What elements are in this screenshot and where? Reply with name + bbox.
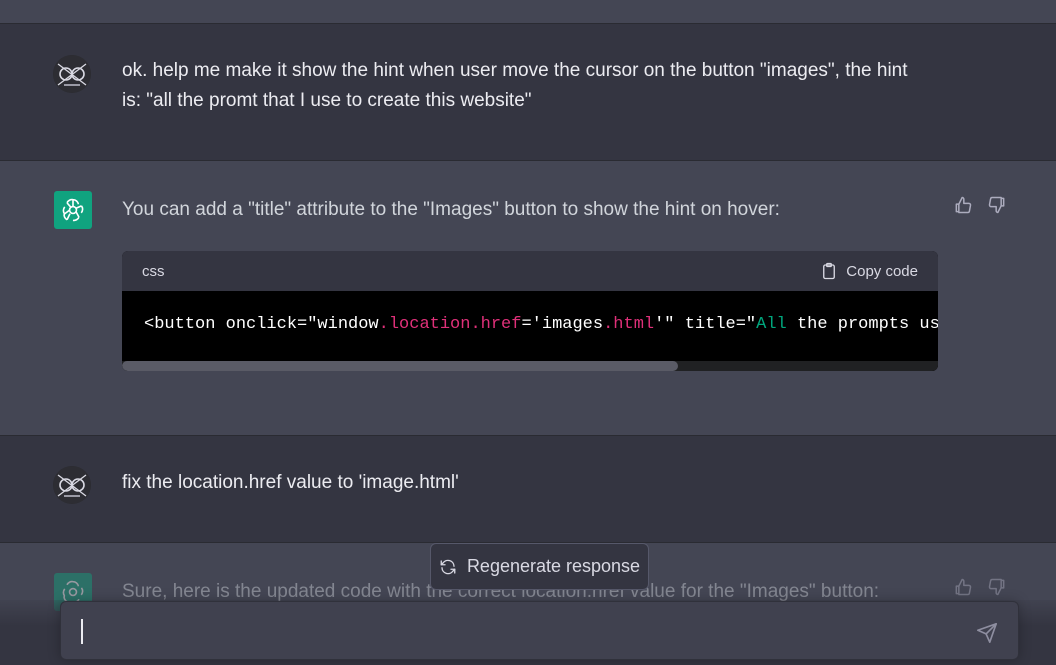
message-user-2: fix the location.href value to 'image.ht… [0, 436, 1056, 543]
code-scrollbar[interactable] [122, 361, 938, 371]
user-avatar-icon [53, 466, 91, 504]
regenerate-label: Regenerate response [466, 556, 641, 576]
clipboard-icon [823, 262, 836, 280]
chat-input[interactable] [60, 601, 1019, 660]
code-token: the prompts used to create this website"… [796, 315, 938, 334]
thumbs-up-icon[interactable] [953, 577, 973, 597]
message-text: You can add a "title" attribute to the "… [122, 199, 780, 220]
send-button[interactable] [976, 622, 998, 644]
code-token: '" title=" [654, 315, 757, 334]
thumbs-up-icon[interactable] [953, 195, 973, 215]
message-assistant-1: You can add a "title" attribute to the "… [0, 161, 1056, 436]
copy-code-button[interactable]: Copy code [820, 262, 918, 280]
code-token: All [756, 315, 787, 334]
openai-logo-icon [54, 191, 92, 229]
feedback-buttons [953, 195, 1007, 215]
code-language-label: css [142, 262, 165, 280]
refresh-icon [440, 559, 456, 574]
code-token: .html [603, 315, 655, 334]
copy-code-label: Copy code [846, 262, 918, 280]
message-text: ok. help me make it show the hint when u… [122, 60, 908, 111]
code-token: <button onclick="window [144, 315, 379, 334]
previous-message-edge [0, 0, 1056, 24]
text-caret [81, 619, 83, 644]
send-icon [977, 623, 997, 643]
thumbs-down-icon[interactable] [987, 577, 1007, 597]
code-header: css Copy code [122, 251, 938, 291]
feedback-buttons [953, 577, 1007, 597]
code-body: <button onclick="window.location.href='i… [122, 291, 938, 371]
code-block: css Copy code <button onclick="window.lo… [122, 251, 938, 371]
code-line: <button onclick="window.location.href='i… [144, 315, 938, 334]
code-token: .location.href [378, 315, 522, 334]
code-token: ='images [521, 315, 604, 334]
message-text: fix the location.href value to 'image.ht… [122, 472, 459, 493]
code-scrollbar-thumb[interactable] [122, 361, 678, 371]
regenerate-response-button[interactable]: Regenerate response [430, 543, 649, 590]
user-avatar-icon [53, 55, 91, 93]
thumbs-down-icon[interactable] [987, 195, 1007, 215]
message-user-1: ok. help me make it show the hint when u… [0, 25, 1056, 161]
